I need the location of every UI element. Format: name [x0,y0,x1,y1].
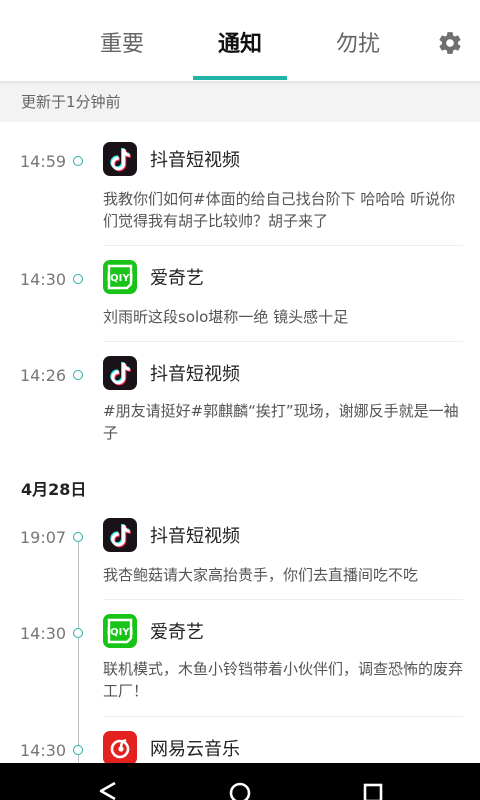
tiktok-icon [103,518,137,552]
app-name: 网易云音乐 [150,739,240,760]
svg-text:iQIYI: iQIYI [107,273,134,284]
notification-message: 我杏鲍菇请大家高抬贵手，你们去直播间吃不吃 [103,566,419,584]
recent-apps-icon[interactable] [353,763,393,800]
tiktok-icon [103,142,137,176]
timeline-dot [73,156,83,166]
timeline-dot [73,370,83,380]
divider [103,599,463,600]
notification-time: 14:26 [20,366,67,385]
last-updated-label: 更新于1分钟前 [0,82,480,122]
gear-icon[interactable] [437,30,463,56]
tab-bar: 重要 通知 勿扰 [0,0,480,82]
back-icon[interactable] [88,763,128,800]
tab-do-not-disturb[interactable]: 勿扰 [308,26,408,58]
tiktok-icon [103,356,137,390]
svg-text:iQIYI: iQIYI [107,627,134,638]
notification-message: 我教你们如何#体面的给自己找台阶下 哈哈哈 听说你们觉得我有胡子比较帅？胡子来了 [103,190,456,230]
iqiyi-icon: iQIYI [103,260,137,294]
netease-music-icon [103,731,137,765]
divider [103,716,463,717]
timeline-dot [73,628,83,638]
notification-message: #朋友请挺好#郭麒麟“挨打”现场，谢娜反手就是一袖子 [103,402,459,442]
tab-notifications[interactable]: 通知 [190,26,290,58]
notification-time: 14:30 [20,624,67,643]
section-date-header: 4月28日 [21,480,87,499]
divider [103,245,463,246]
home-icon[interactable] [220,763,260,800]
timeline-dot [73,532,83,542]
divider [103,341,463,342]
notification-time: 14:59 [20,152,67,171]
timeline-line [78,540,79,765]
timeline-dot [73,274,83,284]
iqiyi-icon: iQIYI [103,614,137,648]
notification-time: 14:30 [20,270,67,289]
app-name: 爱奇艺 [150,622,204,643]
timeline-dot [73,745,83,755]
notification-message: 刘雨昕这段solo堪称一绝 镜头感十足 [103,308,349,326]
notification-time: 19:07 [20,528,67,547]
notification-time: 14:30 [20,741,67,760]
app-name: 抖音短视频 [150,364,240,385]
tab-important[interactable]: 重要 [72,26,172,58]
notification-message: 联机模式，木鱼小铃铛带着小伙伴们，调查恐怖的废弃工厂！ [103,660,464,700]
active-tab-indicator [193,76,287,80]
app-name: 爱奇艺 [150,268,204,289]
app-name: 抖音短视频 [150,150,240,171]
app-name: 抖音短视频 [150,526,240,547]
system-navigation-bar [0,763,480,800]
